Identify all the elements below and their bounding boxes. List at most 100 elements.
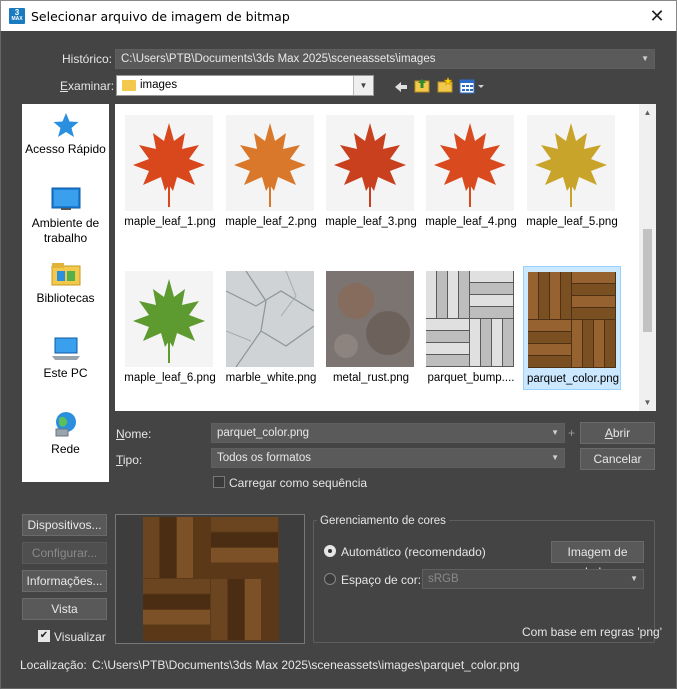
open-button[interactable]: Abrir <box>580 422 655 444</box>
file-name: metal_rust.png <box>332 372 410 384</box>
places-bar: Acesso Rápido Ambiente de trabalho Bibli… <box>22 104 109 482</box>
file-tile[interactable]: maple_leaf_5.png <box>523 110 621 234</box>
file-thumbnail <box>125 115 213 211</box>
back-arrow-icon[interactable] <box>392 78 410 96</box>
chevron-down-icon: ▼ <box>551 428 559 437</box>
file-name: maple_leaf_1.png <box>124 216 216 228</box>
image-preview <box>115 514 305 644</box>
data-image-button[interactable]: Imagem de dados <box>551 541 644 579</box>
cancel-button[interactable]: Cancelar <box>580 448 655 470</box>
place-network[interactable]: Rede <box>22 410 109 457</box>
file-name: maple_leaf_4.png <box>425 216 517 228</box>
type-label: Tipo: <box>116 453 143 467</box>
chevron-down-icon: ▼ <box>641 54 649 63</box>
libraries-icon <box>51 263 80 286</box>
file-thumbnail <box>226 115 314 211</box>
file-tile[interactable]: maple_leaf_3.png <box>322 110 420 234</box>
place-label: Bibliotecas <box>36 291 95 305</box>
setup-button[interactable]: Configurar... <box>22 542 107 564</box>
chevron-down-icon[interactable]: ▼ <box>353 76 373 95</box>
color-space-select[interactable]: sRGB ▼ <box>422 569 644 589</box>
file-name: maple_leaf_6.png <box>124 372 216 384</box>
vertical-scrollbar[interactable]: ▲ ▼ <box>639 104 656 411</box>
file-name: maple_leaf_3.png <box>325 216 417 228</box>
file-tile[interactable]: maple_leaf_1.png <box>121 110 219 234</box>
star-icon <box>53 113 78 137</box>
file-name-input[interactable]: parquet_color.png ▼ <box>211 423 565 443</box>
color-space-label: Espaço de cor: <box>341 573 422 587</box>
color-management-title: Gerenciamento de cores <box>317 515 449 527</box>
up-folder-icon[interactable] <box>413 76 431 94</box>
file-thumbnail <box>326 271 414 367</box>
desktop-icon <box>51 187 80 210</box>
network-icon <box>55 412 76 437</box>
file-thumbnail <box>426 271 514 367</box>
place-desktop[interactable]: Ambiente de trabalho <box>22 186 109 246</box>
place-label: Ambiente de trabalho <box>31 216 100 245</box>
app-icon: 3 MAX <box>9 8 25 24</box>
file-tile[interactable]: maple_leaf_2.png <box>222 110 320 234</box>
view-menu-icon[interactable] <box>458 78 486 96</box>
file-tile[interactable]: marble_white.png <box>222 266 320 390</box>
preview-checkbox[interactable]: ✔ <box>38 630 50 642</box>
place-quick-access[interactable]: Acesso Rápido <box>22 112 109 157</box>
close-icon[interactable]: ✕ <box>646 4 668 28</box>
file-tile[interactable]: maple_leaf_4.png <box>422 110 520 234</box>
file-list: maple_leaf_1.png maple_leaf_2.png maple_le… <box>115 104 656 411</box>
location-label: Localização: <box>20 658 87 672</box>
history-combo[interactable]: C:\Users\PTB\Documents\3ds Max 2025\scen… <box>115 49 655 69</box>
chevron-down-icon: ▼ <box>551 453 559 462</box>
file-name: parquet_color.png <box>526 373 620 385</box>
location-value: C:\Users\PTB\Documents\3ds Max 2025\scen… <box>92 658 520 672</box>
devices-button[interactable]: Dispositivos... <box>22 514 107 536</box>
chevron-down-icon: ▼ <box>630 574 638 583</box>
place-libraries[interactable]: Bibliotecas <box>22 261 109 306</box>
file-name: maple_leaf_2.png <box>225 216 317 228</box>
name-label: Nome: <box>116 427 152 441</box>
look-in-combo[interactable]: images ▼ <box>116 75 374 96</box>
file-tile[interactable]: parquet_bump.... <box>422 266 520 390</box>
window-title: Selecionar arquivo de imagem de bitmap <box>31 9 290 24</box>
scrollbar-thumb[interactable] <box>643 229 652 332</box>
file-name: maple_leaf_5.png <box>526 216 618 228</box>
place-label: Acesso Rápido <box>25 142 106 156</box>
rule-note: Com base em regras 'png' <box>522 625 662 639</box>
file-name: parquet_bump.... <box>427 372 515 384</box>
info-button[interactable]: Informações... <box>22 570 107 592</box>
file-thumbnail <box>527 115 615 211</box>
file-type-value: Todos os formatos <box>217 452 311 464</box>
title-bar: 3 MAX Selecionar arquivo de imagem de bit… <box>0 0 677 31</box>
auto-radio-label: Automático (recomendado) <box>341 545 486 559</box>
color-space-value: sRGB <box>428 573 459 585</box>
file-thumbnail <box>125 271 213 367</box>
file-name: marble_white.png <box>225 372 317 384</box>
history-label: Histórico: <box>62 52 113 66</box>
file-tile[interactable]: parquet_color.png <box>523 266 621 390</box>
auto-radio[interactable] <box>324 545 336 557</box>
new-folder-icon[interactable] <box>436 76 454 94</box>
file-name-value: parquet_color.png <box>217 427 310 439</box>
file-tile[interactable]: maple_leaf_6.png <box>121 266 219 390</box>
place-this-pc[interactable]: Este PC <box>22 336 109 381</box>
history-value: C:\Users\PTB\Documents\3ds Max 2025\scen… <box>121 53 436 65</box>
file-thumbnail <box>326 115 414 211</box>
file-tile[interactable]: metal_rust.png <box>322 266 420 390</box>
plus-icon[interactable]: + <box>568 426 575 440</box>
place-label: Rede <box>51 442 80 456</box>
sequence-label: Carregar como sequência <box>229 476 368 490</box>
sequence-checkbox[interactable] <box>213 476 225 488</box>
place-label: Este PC <box>43 366 88 380</box>
file-type-select[interactable]: Todos os formatos ▼ <box>211 448 565 468</box>
look-in-value: images <box>140 79 178 91</box>
parquet-preview-image <box>116 515 304 643</box>
file-thumbnail <box>426 115 514 211</box>
preview-checkbox-label: Visualizar <box>54 630 106 644</box>
file-thumbnail <box>528 272 616 368</box>
scroll-up-icon[interactable]: ▲ <box>639 104 656 121</box>
look-in-label: Examinar: <box>60 79 115 93</box>
scroll-down-icon[interactable]: ▼ <box>639 394 656 411</box>
file-thumbnail <box>226 271 314 367</box>
folder-icon <box>122 80 136 91</box>
color-space-radio[interactable] <box>324 573 336 585</box>
view-button[interactable]: Vista <box>22 598 107 620</box>
